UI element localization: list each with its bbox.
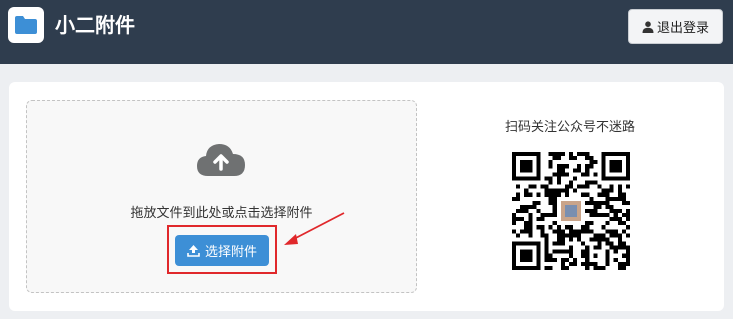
qr-code-image <box>512 152 630 270</box>
upload-icon <box>187 245 200 257</box>
top-bar: 小二附件 退出登录 <box>0 0 733 64</box>
logout-button[interactable]: 退出登录 <box>628 9 723 44</box>
choose-file-button[interactable]: 选择附件 <box>175 235 269 266</box>
folder-icon <box>15 16 37 34</box>
annotation-arrow <box>284 212 345 245</box>
cloud-upload-icon <box>197 144 245 176</box>
drop-instruction: 拖放文件到此处或点击选择附件 <box>130 206 313 221</box>
qr-title: 扫码关注公众号不迷路 <box>504 120 635 135</box>
app-logo <box>8 7 44 43</box>
logout-label: 退出登录 <box>656 21 709 36</box>
app-title: 小二附件 <box>55 13 135 37</box>
user-icon <box>642 20 654 33</box>
choose-file-label: 选择附件 <box>204 245 257 260</box>
